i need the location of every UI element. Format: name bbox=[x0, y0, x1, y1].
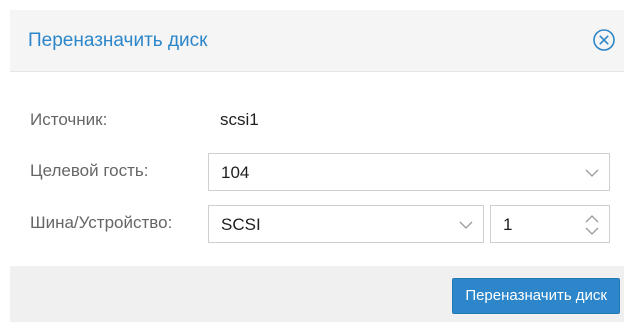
device-number-spinner[interactable]: 1 bbox=[490, 205, 610, 243]
spinner-arrows-icon[interactable] bbox=[583, 213, 601, 237]
bus-combobox[interactable]: SCSI bbox=[208, 205, 484, 243]
dialog-footer: Переназначить диск bbox=[10, 266, 624, 322]
source-label: Источник: bbox=[30, 110, 108, 129]
close-button[interactable] bbox=[592, 28, 616, 52]
reassign-disk-button[interactable]: Переназначить диск bbox=[452, 278, 620, 314]
dialog-title: Переназначить диск bbox=[28, 30, 208, 51]
dialog-header: Переназначить диск bbox=[10, 10, 624, 72]
target-guest-combobox[interactable]: 104 bbox=[208, 153, 610, 191]
dialog-body: Источник: scsi1 Целевой гость: 104 Шина/… bbox=[10, 72, 624, 266]
chevron-down-icon[interactable] bbox=[457, 216, 475, 234]
source-value: scsi1 bbox=[220, 110, 259, 129]
reassign-disk-dialog: Переназначить диск Источник: scsi1 Целев… bbox=[10, 10, 624, 322]
target-guest-value: 104 bbox=[221, 163, 250, 182]
bus-device-label: Шина/Устройство: bbox=[30, 213, 173, 232]
device-number-value: 1 bbox=[503, 215, 513, 234]
target-guest-label: Целевой гость: bbox=[30, 161, 149, 180]
chevron-down-icon[interactable] bbox=[583, 164, 601, 182]
close-circle-icon bbox=[593, 29, 615, 51]
bus-value: SCSI bbox=[221, 215, 261, 234]
